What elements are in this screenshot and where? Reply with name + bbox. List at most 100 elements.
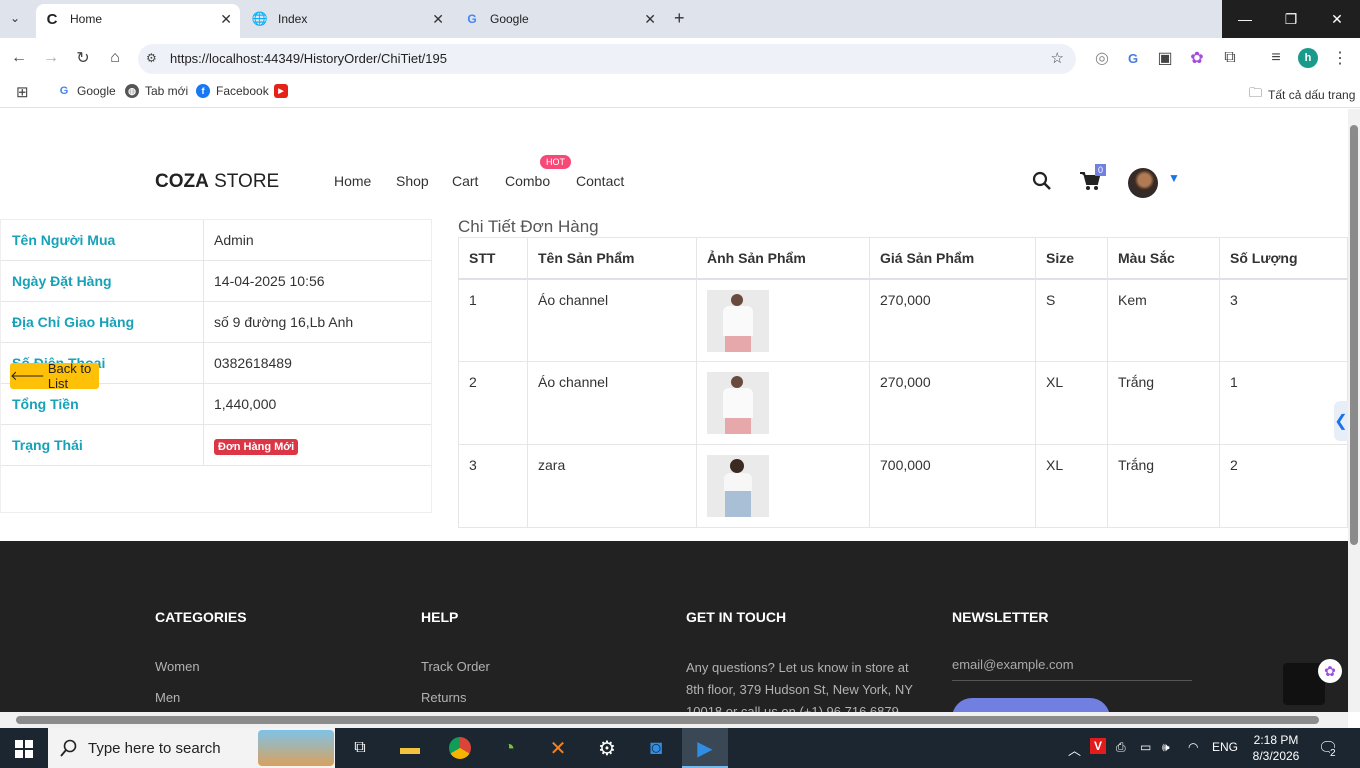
- cell-stt: 3: [458, 444, 528, 528]
- tab-title: Home: [70, 12, 103, 26]
- home-icon[interactable]: ⌂: [105, 48, 125, 68]
- extensions-puzzle-icon[interactable]: ⧉: [1220, 48, 1240, 68]
- cell-stt: 2: [458, 361, 528, 445]
- visual-studio-icon[interactable]: ▶: [691, 734, 719, 762]
- side-panel-toggle-icon[interactable]: ❮: [1334, 401, 1348, 441]
- caret-down-icon[interactable]: ▼: [1168, 171, 1180, 185]
- scroll-thumb[interactable]: [1350, 125, 1358, 545]
- tray-volume-icon[interactable]: 🕪: [1162, 740, 1170, 755]
- app-orange-icon[interactable]: ✕: [544, 734, 572, 762]
- new-tab-icon[interactable]: +: [674, 8, 685, 29]
- cell-qty: 1: [1219, 361, 1348, 445]
- search-icon[interactable]: [1032, 171, 1052, 191]
- tray-network-icon[interactable]: ◠: [1188, 740, 1198, 754]
- assistant-brain-icon[interactable]: ✿: [1318, 659, 1342, 683]
- extension-brain-icon[interactable]: ✿: [1187, 48, 1207, 68]
- taskbar-search-box[interactable]: Type here to search: [48, 728, 335, 768]
- back-label: Back to List: [47, 361, 92, 391]
- search-placeholder: Type here to search: [88, 740, 221, 757]
- apps-grid-icon[interactable]: ⊞: [16, 83, 29, 101]
- nav-combo[interactable]: Combo: [505, 173, 550, 189]
- tab-home[interactable]: C Home ✕: [44, 4, 240, 34]
- scroll-thumb[interactable]: [16, 716, 1319, 724]
- tray-device-icon[interactable]: ⎙: [1116, 740, 1126, 755]
- cell-size: XL: [1035, 444, 1108, 528]
- file-explorer-icon[interactable]: ▬: [396, 734, 424, 762]
- bookmarks-bar: ⊞ G Google ◍ Tab mới f Facebook ▶ 🗀 Tất …: [0, 78, 1360, 108]
- forward-icon[interactable]: →: [41, 48, 61, 68]
- horizontal-scrollbar[interactable]: [0, 712, 1348, 728]
- tab-search-icon[interactable]: ⌄: [10, 11, 20, 25]
- site-logo[interactable]: COZA STORE: [155, 171, 279, 193]
- info-label: Trạng Thái: [1, 425, 204, 465]
- bookmark-new-tab[interactable]: ◍ Tab mới: [125, 84, 188, 98]
- nav-contact[interactable]: Contact: [576, 173, 624, 189]
- all-bookmarks[interactable]: 🗀 Tất cả dấu trang: [1249, 84, 1355, 106]
- menu-icon[interactable]: ⋮: [1330, 48, 1350, 68]
- table-row: 3 zara 700,000 XL Trắng 2: [458, 444, 1348, 528]
- nav-home[interactable]: Home: [334, 173, 371, 189]
- chrome-icon[interactable]: [446, 734, 474, 762]
- info-value: Admin: [214, 232, 254, 248]
- close-icon[interactable]: ✕: [432, 11, 444, 28]
- site-footer: CATEGORIES Women Men HELP Track Order Re…: [0, 541, 1348, 712]
- extension-box-icon[interactable]: ▣: [1155, 48, 1175, 68]
- model-shirt: [724, 473, 752, 491]
- bookmark-facebook[interactable]: f Facebook: [196, 84, 269, 98]
- tray-chevron-up-icon[interactable]: ︿: [1068, 740, 1081, 759]
- extension-compass-icon[interactable]: ◎: [1092, 48, 1112, 68]
- user-avatar[interactable]: [1128, 168, 1158, 198]
- cell-size: S: [1035, 278, 1108, 362]
- close-icon[interactable]: ✕: [220, 11, 232, 28]
- vertical-scrollbar[interactable]: [1348, 109, 1360, 712]
- address-bar[interactable]: ⚙ https://localhost:44349/HistoryOrder/C…: [138, 44, 1076, 74]
- nav-cart[interactable]: Cart: [452, 173, 478, 189]
- tray-language[interactable]: ENG: [1212, 740, 1238, 754]
- back-to-list-button[interactable]: 🡐 Back to List: [10, 361, 99, 391]
- tray-battery-icon[interactable]: ▭: [1140, 740, 1151, 754]
- profile-avatar[interactable]: h: [1298, 48, 1318, 68]
- info-row-date: Ngày Đặt Hàng 14-04-2025 10:56: [1, 261, 431, 302]
- footer-link-men[interactable]: Men: [155, 690, 180, 705]
- info-row-address: Địa Chỉ Giao Hàng số 9 đường 16,Lb Anh: [1, 302, 431, 343]
- info-value: 0382618489: [214, 355, 292, 371]
- cell-size: XL: [1035, 361, 1108, 445]
- folder-icon: 🗀: [1249, 85, 1263, 100]
- clock-date: 8/3/2026: [1252, 749, 1300, 763]
- model-head: [730, 459, 744, 473]
- close-window-icon[interactable]: ✕: [1314, 0, 1360, 38]
- bookmark-youtube[interactable]: ▶: [274, 84, 294, 98]
- newsletter-email-input[interactable]: email@example.com: [952, 657, 1192, 681]
- site-info-icon[interactable]: ⚙: [146, 51, 157, 65]
- footer-link-returns[interactable]: Returns: [421, 690, 467, 705]
- tray-app-v-icon[interactable]: V: [1090, 738, 1107, 754]
- reading-list-icon[interactable]: ≡: [1266, 48, 1286, 68]
- reload-icon[interactable]: ↻: [73, 48, 93, 68]
- close-icon[interactable]: ✕: [644, 11, 656, 28]
- bookmark-label: Google: [77, 84, 116, 98]
- subscribe-button[interactable]: [952, 698, 1110, 712]
- tab-google[interactable]: G Google ✕: [464, 4, 664, 34]
- info-label: Địa Chỉ Giao Hàng: [1, 302, 204, 342]
- tray-clock[interactable]: 2:18 PM 8/3/2026: [1246, 732, 1306, 764]
- app-blue-icon[interactable]: ◙: [642, 734, 670, 762]
- newsletter-placeholder: email@example.com: [952, 657, 1074, 672]
- bookmark-google[interactable]: G Google: [57, 84, 116, 98]
- settings-icon[interactable]: ⚙: [593, 734, 621, 762]
- minimize-icon[interactable]: —: [1222, 0, 1268, 38]
- cell-price: 270,000: [869, 278, 1036, 362]
- back-icon[interactable]: ←: [9, 48, 29, 68]
- footer-link-track-order[interactable]: Track Order: [421, 659, 490, 674]
- task-view-icon[interactable]: ⧉: [346, 734, 374, 762]
- star-icon[interactable]: ☆: [1051, 49, 1064, 67]
- nav-shop[interactable]: Shop: [396, 173, 429, 189]
- tab-index[interactable]: 🌐 Index ✕: [252, 4, 452, 34]
- footer-link-women[interactable]: Women: [155, 659, 200, 674]
- windows-start-icon[interactable]: [15, 740, 33, 758]
- translate-icon[interactable]: G: [1123, 48, 1143, 68]
- cell-price: 270,000: [869, 361, 1036, 445]
- restore-icon[interactable]: ❐: [1268, 0, 1314, 38]
- table-header-row: STT Tên Sản Phẩm Ảnh Sản Phẩm Giá Sản Ph…: [458, 237, 1348, 280]
- bookmark-label: Tab mới: [145, 84, 189, 98]
- app-green-icon[interactable]: ◔: [495, 734, 523, 762]
